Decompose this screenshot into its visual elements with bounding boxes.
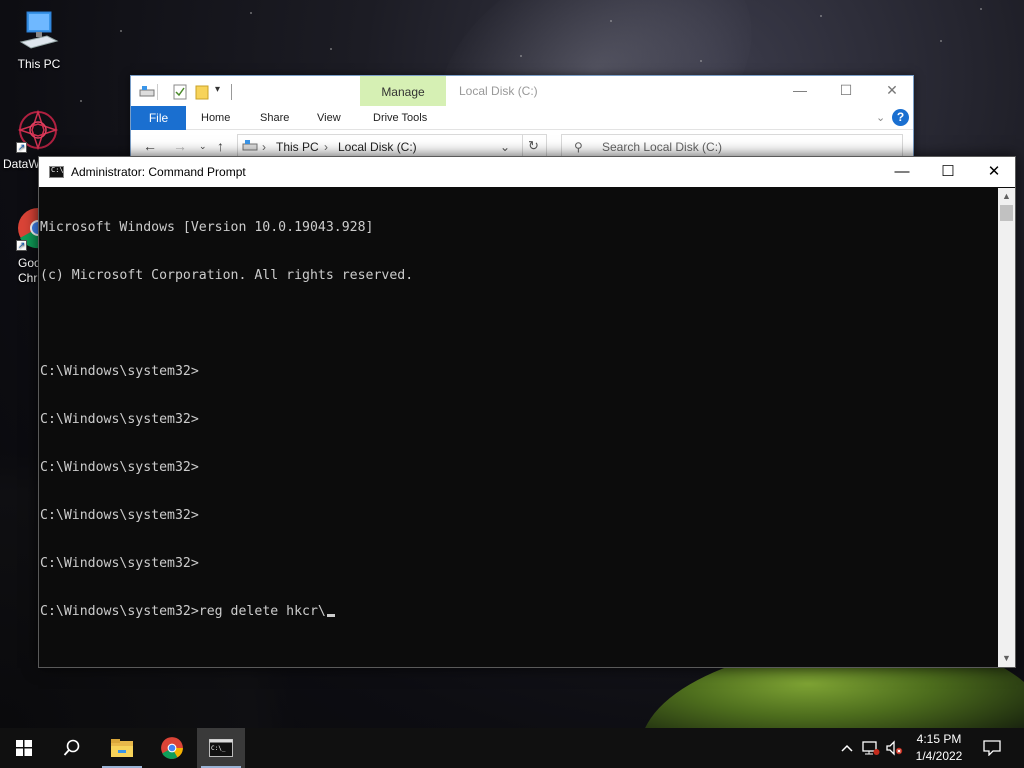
this-pc-icon bbox=[19, 11, 59, 49]
console-line: Microsoft Windows [Version 10.0.19043.92… bbox=[40, 220, 374, 235]
search-icon: ⚲ bbox=[574, 140, 583, 154]
notification-icon bbox=[983, 740, 1001, 756]
drive-icon bbox=[242, 138, 258, 155]
text-cursor bbox=[326, 614, 335, 617]
console-line: C:\Windows\system32> bbox=[40, 556, 199, 571]
tab-manage[interactable]: Manage bbox=[360, 76, 446, 106]
chevron-up-icon bbox=[841, 744, 853, 752]
new-folder-icon[interactable] bbox=[195, 84, 209, 100]
refresh-button[interactable]: ↻ bbox=[522, 135, 544, 157]
chrome-icon bbox=[161, 737, 183, 759]
properties-icon[interactable] bbox=[173, 84, 187, 100]
up-arrow-icon[interactable]: ↑ bbox=[217, 138, 224, 154]
command-prompt-icon bbox=[49, 166, 64, 178]
address-bar[interactable]: › This PC › Local Disk (C:) ⌄ ↻ bbox=[237, 134, 547, 158]
taskbar-file-explorer[interactable] bbox=[98, 728, 146, 768]
volume-muted-icon[interactable] bbox=[884, 728, 906, 768]
console-prompt: C:\Windows\system32> bbox=[40, 604, 199, 619]
ribbon-tabs: File Home Share View Drive Tools ⌄ ? bbox=[131, 106, 913, 130]
window-title: Administrator: Command Prompt bbox=[71, 165, 246, 179]
address-dropdown-icon[interactable]: ⌄ bbox=[500, 140, 510, 154]
taskbar-google-chrome[interactable] bbox=[148, 728, 196, 768]
svg-text:C:\_: C:\_ bbox=[211, 745, 226, 752]
console-line: C:\Windows\system32> bbox=[40, 364, 199, 379]
search-placeholder: Search Local Disk (C:) bbox=[602, 140, 723, 154]
clock[interactable]: 4:15 PM 1/4/2022 bbox=[908, 731, 970, 765]
search-button[interactable] bbox=[48, 728, 96, 768]
command-prompt-window[interactable]: Administrator: Command Prompt — ☐ ✕ Micr… bbox=[38, 156, 1016, 668]
close-button[interactable]: ✕ bbox=[869, 76, 915, 106]
taskbar: C:\_ 4:15 PM 1/4/2022 bbox=[0, 728, 1024, 768]
console-input-line[interactable]: C:\Windows\system32>reg delete hkcr\ bbox=[40, 604, 999, 620]
console-line: C:\Windows\system32> bbox=[40, 412, 199, 427]
console-output[interactable]: Microsoft Windows [Version 10.0.19043.92… bbox=[39, 188, 999, 667]
desktop-icon-google-chrome[interactable]: ↗ Goo Chr bbox=[2, 206, 58, 285]
cmd-titlebar[interactable]: Administrator: Command Prompt — ☐ ✕ bbox=[39, 157, 1015, 187]
tab-file[interactable]: File bbox=[131, 106, 186, 130]
clock-date: 1/4/2022 bbox=[915, 749, 963, 763]
command-prompt-icon: C:\_ bbox=[209, 739, 233, 757]
explorer-titlebar[interactable]: ▾ Manage Local Disk (C:) — ☐ ✕ bbox=[131, 76, 913, 106]
shortcut-arrow-icon: ↗ bbox=[16, 240, 27, 251]
taskbar-command-prompt[interactable]: C:\_ bbox=[197, 728, 245, 768]
maximize-button[interactable]: ☐ bbox=[925, 157, 971, 187]
customize-quick-access-icon[interactable]: ▾ bbox=[215, 84, 220, 100]
scrollbar-thumb[interactable] bbox=[1000, 205, 1013, 221]
desktop-icon-dataw[interactable]: ↗ DataW bbox=[2, 108, 59, 171]
close-button[interactable]: ✕ bbox=[971, 157, 1017, 187]
console-line: C:\Windows\system32> bbox=[40, 508, 199, 523]
search-icon bbox=[63, 739, 80, 756]
scroll-up-arrow-icon[interactable]: ▲ bbox=[998, 188, 1015, 205]
desktop-icon-label: DataW bbox=[3, 157, 40, 171]
console-input-text[interactable]: reg delete hkcr\ bbox=[199, 604, 326, 619]
drive-icon bbox=[139, 84, 155, 100]
file-explorer-icon bbox=[111, 739, 133, 757]
recent-locations-icon[interactable]: ⌄ bbox=[199, 141, 207, 152]
start-button[interactable] bbox=[0, 728, 48, 768]
action-center-button[interactable] bbox=[978, 728, 1006, 768]
window-title: Local Disk (C:) bbox=[459, 84, 538, 98]
desktop-icon-this-pc[interactable]: This PC bbox=[2, 10, 76, 71]
tab-drive-tools[interactable]: Drive Tools bbox=[373, 106, 427, 130]
breadcrumb-separator-icon: › bbox=[324, 140, 328, 154]
clock-time: 4:15 PM bbox=[916, 732, 962, 746]
tab-view[interactable]: View bbox=[317, 106, 341, 130]
desktop-icon-label: This PC bbox=[17, 57, 61, 71]
scroll-down-arrow-icon[interactable]: ▼ bbox=[998, 650, 1015, 667]
tab-share[interactable]: Share bbox=[260, 106, 289, 130]
maximize-button[interactable]: ☐ bbox=[823, 76, 869, 106]
show-hidden-icons-button[interactable] bbox=[836, 728, 858, 768]
shortcut-arrow-icon: ↗ bbox=[16, 142, 27, 153]
vertical-scrollbar[interactable]: ▲ ▼ bbox=[998, 188, 1015, 667]
breadcrumb-this-pc[interactable]: This PC bbox=[276, 140, 319, 154]
minimize-button[interactable]: — bbox=[777, 76, 823, 106]
console-line: C:\Windows\system32> bbox=[40, 460, 199, 475]
search-input[interactable]: ⚲ Search Local Disk (C:) bbox=[561, 134, 903, 158]
breadcrumb-separator-icon: › bbox=[262, 140, 266, 154]
tab-home[interactable]: Home bbox=[201, 106, 230, 130]
help-icon[interactable]: ? bbox=[892, 109, 909, 126]
minimize-button[interactable]: — bbox=[879, 157, 925, 187]
back-arrow-icon[interactable]: ← bbox=[143, 138, 157, 154]
network-icon[interactable] bbox=[860, 728, 882, 768]
breadcrumb-local-disk[interactable]: Local Disk (C:) bbox=[338, 140, 417, 154]
windows-logo-icon bbox=[16, 740, 32, 756]
expand-ribbon-icon[interactable]: ⌄ bbox=[876, 106, 885, 130]
forward-arrow-icon[interactable]: → bbox=[173, 138, 187, 154]
console-line: (c) Microsoft Corporation. All rights re… bbox=[40, 268, 414, 283]
